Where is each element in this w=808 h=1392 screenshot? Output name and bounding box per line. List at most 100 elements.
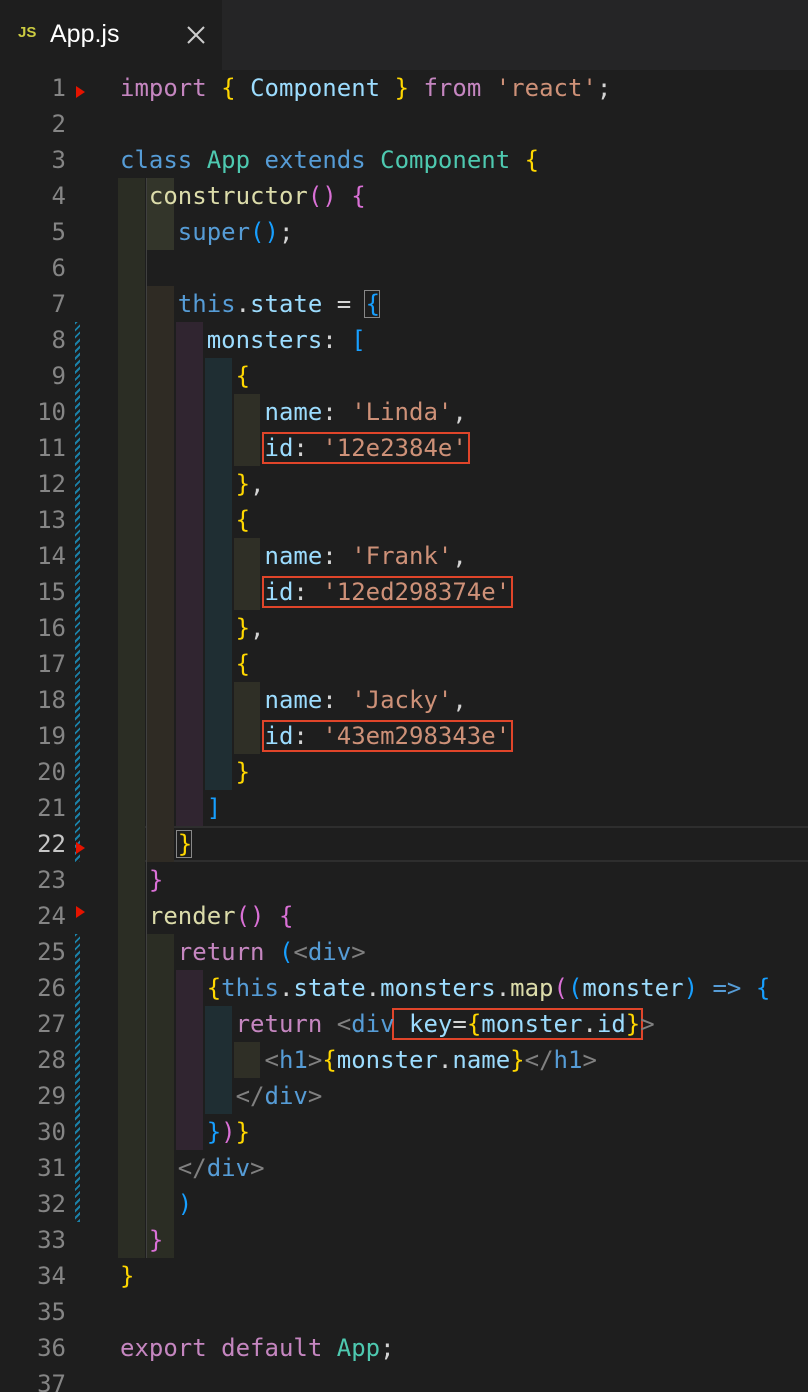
gutter-deleted-marker bbox=[76, 841, 85, 854]
code-line[interactable]: {this.state.monsters.map((monster) => { bbox=[120, 970, 771, 1006]
line-number: 1 bbox=[51, 74, 66, 102]
tab-app-js[interactable]: JS App.js bbox=[0, 0, 222, 70]
code-line[interactable]: } bbox=[120, 826, 192, 862]
gutter-modified-marker bbox=[75, 322, 80, 862]
code-line[interactable]: ) bbox=[120, 1186, 192, 1222]
code-line[interactable]: this.state = { bbox=[120, 286, 380, 322]
code-token: this bbox=[177, 290, 236, 318]
line-number: 22 bbox=[37, 830, 66, 858]
code-token: : bbox=[322, 326, 352, 354]
code-token: extends bbox=[264, 146, 366, 174]
line-number: 23 bbox=[37, 866, 66, 894]
code-token: } bbox=[206, 1118, 222, 1146]
code-token: monster bbox=[582, 974, 684, 1002]
line-number: 18 bbox=[37, 686, 66, 714]
code-token: () bbox=[307, 182, 337, 210]
code-line[interactable]: { bbox=[120, 502, 250, 538]
line-number: 37 bbox=[37, 1370, 66, 1392]
code-token: constructor bbox=[148, 182, 308, 210]
code-line[interactable]: </div> bbox=[120, 1078, 323, 1114]
code-line[interactable]: return <div key={monster.id}> bbox=[120, 1006, 655, 1042]
code-line[interactable]: id: '43em298343e' bbox=[120, 718, 511, 754]
code-token: { bbox=[466, 1010, 482, 1038]
code-token: > bbox=[307, 1082, 323, 1110]
code-line[interactable]: id: '12ed298374e' bbox=[120, 574, 511, 610]
code-line[interactable]: class App extends Component { bbox=[120, 142, 539, 178]
code-line[interactable]: export default App; bbox=[120, 1330, 395, 1366]
code-token: = bbox=[322, 290, 366, 318]
code-token: > bbox=[307, 1046, 323, 1074]
code-token: from bbox=[423, 74, 482, 102]
code-line[interactable]: name: 'Jacky', bbox=[120, 682, 467, 718]
code-token: monster bbox=[336, 1046, 438, 1074]
code-token: { bbox=[235, 650, 251, 678]
code-line[interactable]: monsters: [ bbox=[120, 322, 366, 358]
code-token: } bbox=[625, 1010, 641, 1038]
code-token: monsters bbox=[380, 974, 496, 1002]
code-line[interactable]: <h1>{monster.name}</h1> bbox=[120, 1042, 597, 1078]
code-line[interactable]: } bbox=[120, 862, 163, 898]
code-editor[interactable]: 1 2 3 4 5 6 7 8 9 10 11 12 13 14 15 16 17 18 19 20 21 22 23 24 2… bbox=[0, 70, 808, 1392]
close-icon[interactable] bbox=[183, 22, 209, 48]
code-token: { bbox=[221, 74, 236, 102]
code-token: name bbox=[264, 398, 323, 426]
code-token: { bbox=[206, 974, 222, 1002]
code-line[interactable]: name: 'Frank', bbox=[120, 538, 467, 574]
code-token: } bbox=[235, 758, 251, 786]
code-token: , bbox=[452, 398, 467, 426]
code-token: ) bbox=[683, 974, 699, 1002]
line-number: 12 bbox=[37, 470, 66, 498]
code-line[interactable]: render() { bbox=[120, 898, 294, 934]
line-number: 14 bbox=[37, 542, 66, 570]
code-line[interactable]: }, bbox=[120, 610, 265, 646]
code-line[interactable]: { bbox=[120, 646, 250, 682]
code-line[interactable]: }, bbox=[120, 466, 265, 502]
code-token: '12ed298374e' bbox=[322, 578, 511, 606]
code-line[interactable]: return (<div> bbox=[120, 934, 366, 970]
code-token: ( bbox=[567, 974, 583, 1002]
code-line[interactable]: name: 'Linda', bbox=[120, 394, 467, 430]
code-line[interactable]: } bbox=[120, 754, 250, 790]
code-line[interactable]: </div> bbox=[120, 1150, 265, 1186]
code-line[interactable]: })} bbox=[120, 1114, 250, 1150]
code-token: { bbox=[235, 506, 251, 534]
code-line[interactable]: { bbox=[120, 358, 250, 394]
code-token: , bbox=[452, 542, 467, 570]
line-number: 34 bbox=[37, 1262, 66, 1290]
code-token: div bbox=[206, 1154, 251, 1182]
code-token: . bbox=[437, 1046, 453, 1074]
code-token: div bbox=[351, 1010, 395, 1038]
code-token: . bbox=[235, 290, 251, 318]
code-token: return bbox=[235, 1010, 323, 1038]
code-line[interactable]: } bbox=[120, 1258, 134, 1294]
line-number: 31 bbox=[37, 1154, 66, 1182]
code-token: monsters bbox=[206, 326, 323, 354]
code-token: . bbox=[495, 974, 511, 1002]
code-line[interactable]: } bbox=[120, 1222, 163, 1258]
line-number: 7 bbox=[51, 290, 66, 318]
code-line[interactable]: import { Component } from 'react'; bbox=[120, 70, 611, 106]
code-line[interactable]: constructor() { bbox=[120, 178, 366, 214]
code-line[interactable]: id: '12e2384e' bbox=[120, 430, 467, 466]
line-number: 11 bbox=[37, 434, 66, 462]
code-token: } bbox=[148, 866, 164, 894]
code-line[interactable]: super(); bbox=[120, 214, 294, 250]
code-line[interactable]: ] bbox=[120, 790, 221, 826]
